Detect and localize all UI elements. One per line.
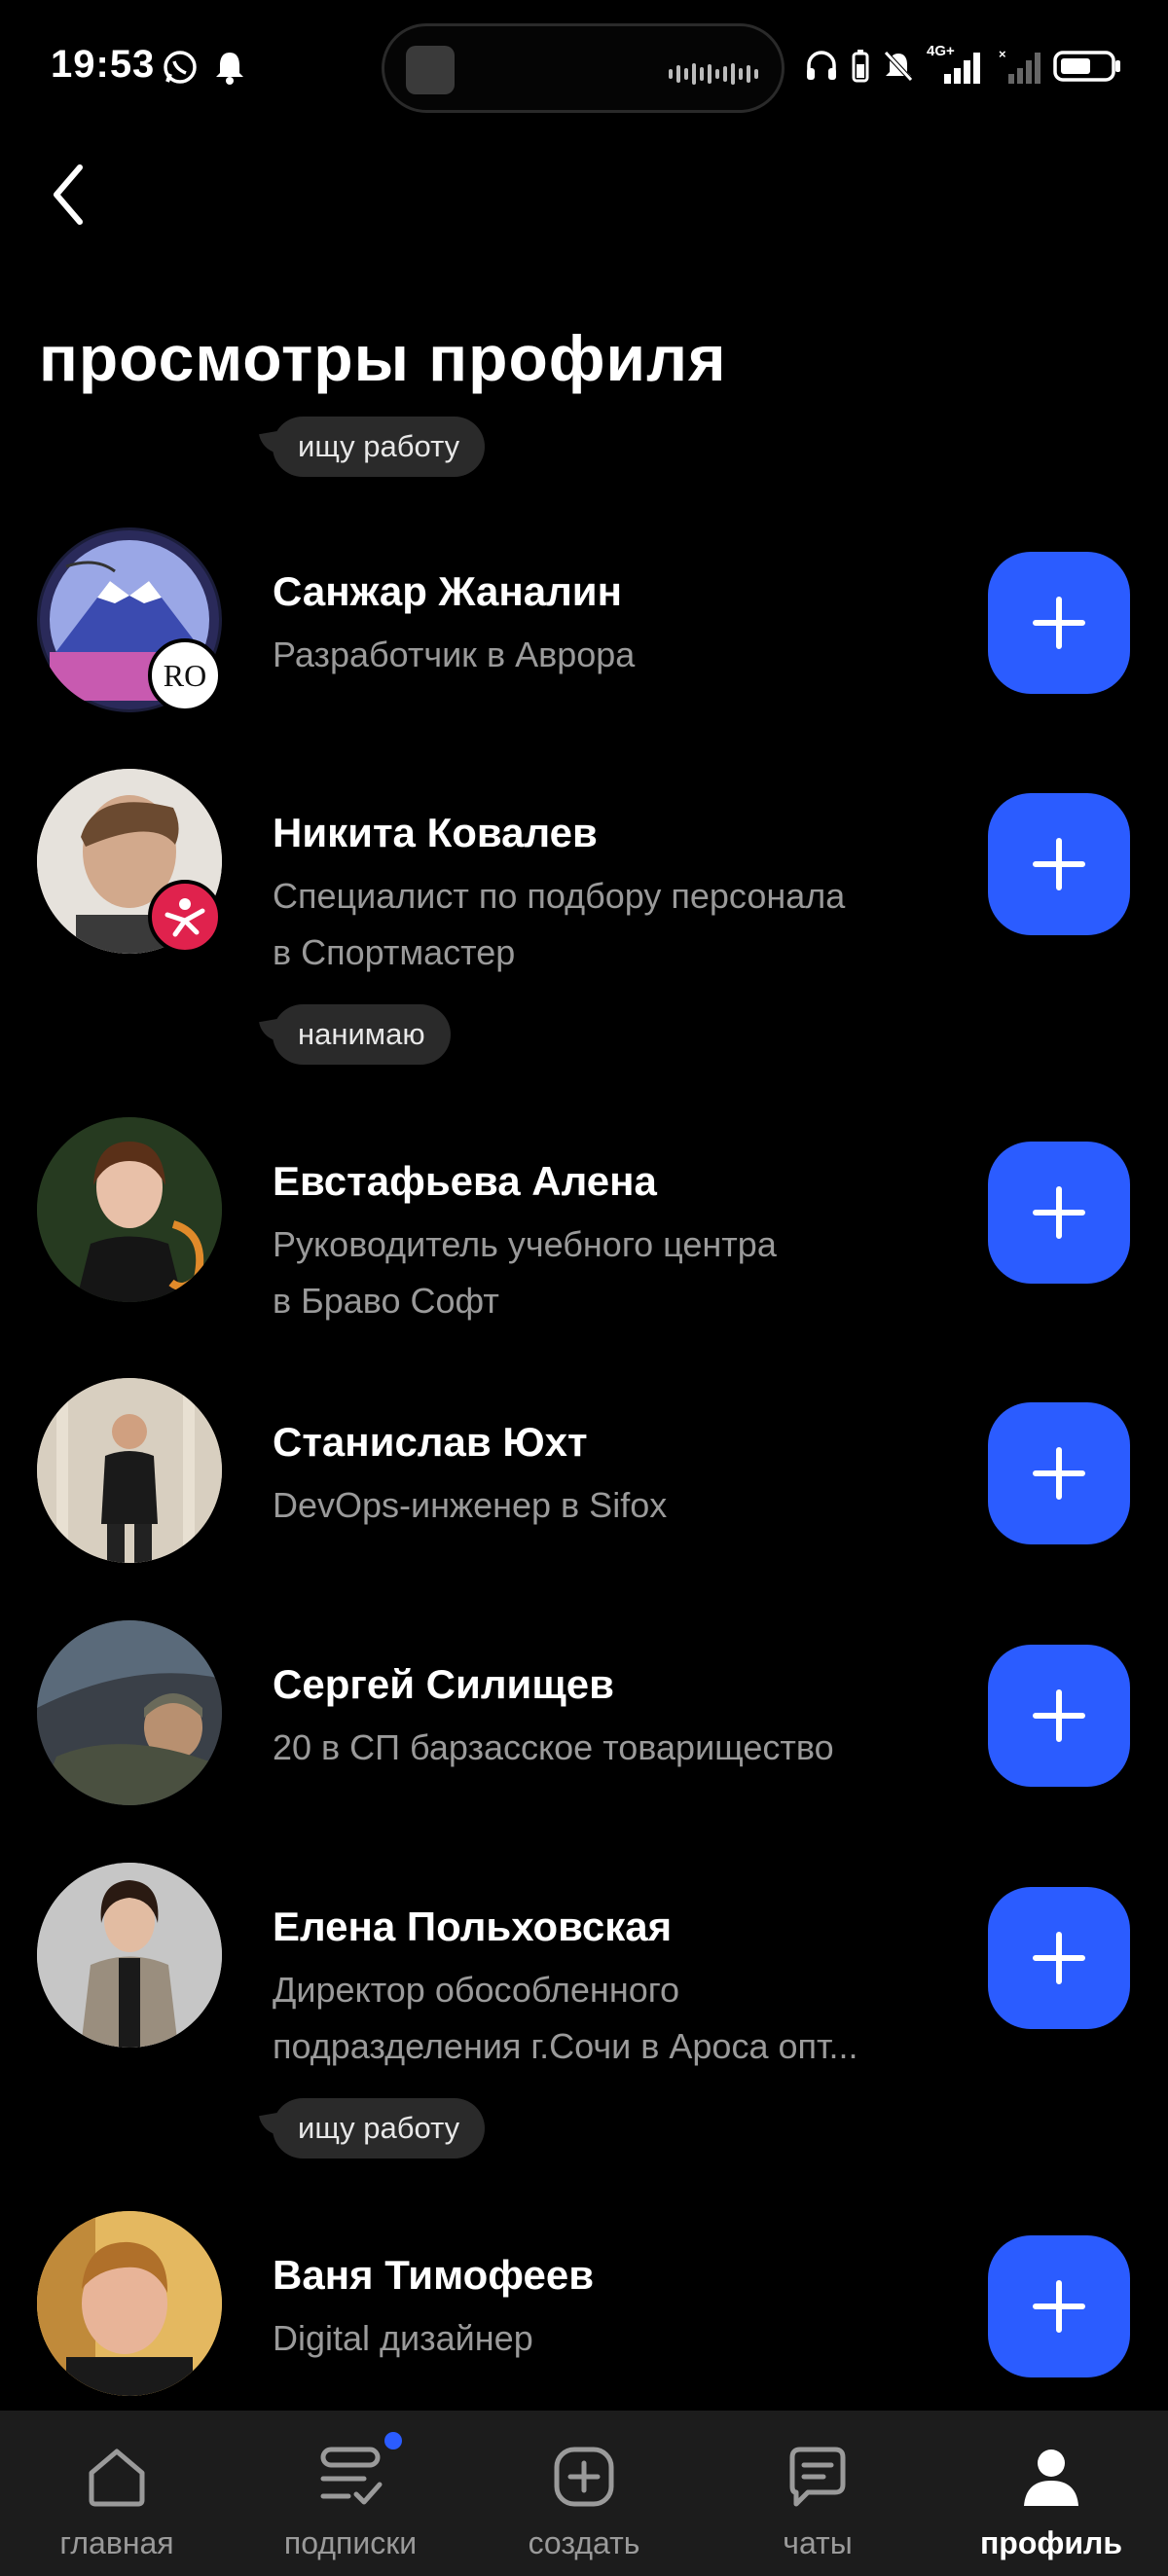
status-right-icons: 4G+ × [804, 43, 1123, 86]
list-item[interactable]: Евстафьева Алена Руководитель учебного ц… [0, 1115, 1168, 1329]
person-name[interactable]: Ваня Тимофеев [273, 2252, 594, 2299]
person-name[interactable]: Елена Польховская [273, 1904, 672, 1950]
nav-item-create[interactable]: создать [467, 2411, 701, 2576]
chevron-left-icon [54, 164, 83, 225]
avatar-image [37, 1863, 222, 2048]
status-bar: 19:53 4G+ × [0, 0, 1168, 136]
person-name[interactable]: Евстафьева Алена [273, 1158, 657, 1205]
list-item[interactable]: Елена Польховская Директор обособленного… [0, 1861, 1168, 2172]
nav-label: профиль [979, 2525, 1123, 2560]
plus-icon [1033, 1186, 1085, 1239]
signal-sim2-icon: × [999, 47, 1040, 84]
media-thumbnail [406, 46, 455, 94]
add-contact-button[interactable] [988, 1142, 1130, 1284]
page-title: просмотры профиля [39, 322, 727, 394]
add-contact-button[interactable] [988, 2235, 1130, 2377]
status-time: 19:53 [51, 43, 156, 86]
home-icon [82, 2442, 152, 2512]
mute-icon [884, 51, 913, 82]
plus-icon [1033, 838, 1085, 890]
chat-icon [783, 2442, 853, 2512]
plus-icon [1033, 1447, 1085, 1500]
person-name[interactable]: Станислав Юхт [273, 1419, 588, 1466]
add-contact-button[interactable] [988, 1645, 1130, 1787]
avatar[interactable] [37, 1378, 222, 1563]
person-subtitle: Разработчик в Аврора [273, 635, 636, 674]
earbuds-battery-icon [852, 50, 869, 83]
person-subtitle: Руководитель учебного центра [273, 1224, 777, 1264]
person-subtitle: DevOps-инженер в Sifox [273, 1485, 668, 1525]
nav-item-profile[interactable]: профиль [934, 2411, 1168, 2576]
signal-4g-icon: 4G+ [927, 43, 987, 86]
avatar-image [37, 2211, 222, 2396]
audio-wave-icon [669, 63, 758, 85]
nav-label: создать [528, 2525, 640, 2560]
notification-dot [384, 2432, 402, 2449]
avatar[interactable] [37, 2211, 222, 2396]
person-subtitle: Директор обособленного [273, 1970, 680, 2010]
status-tag: нанимаю [273, 1004, 451, 1065]
sportmaster-logo-icon [164, 898, 205, 937]
dynamic-island[interactable] [382, 23, 785, 113]
nav-label: главная [59, 2525, 174, 2560]
status-tag: ищу работу [273, 2098, 486, 2159]
nav-item-home[interactable]: главная [0, 2411, 234, 2576]
create-icon [549, 2442, 619, 2512]
add-contact-button[interactable] [988, 552, 1130, 694]
profile-icon [1016, 2442, 1086, 2512]
headphones-icon [807, 51, 836, 80]
avatar-image [37, 1620, 222, 1805]
whatsapp-icon [164, 51, 197, 84]
nav-item-subscriptions[interactable]: подписки [234, 2411, 467, 2576]
subscriptions-icon [315, 2442, 385, 2512]
list-item[interactable]: Никита Ковалев Специалист по подбору пер… [0, 767, 1168, 1078]
person-name[interactable]: Сергей Силищев [273, 1661, 614, 1708]
company-badge [148, 880, 222, 954]
person-subtitle: Digital дизайнер [273, 2318, 533, 2358]
nav-item-chats[interactable]: чаты [701, 2411, 934, 2576]
plus-icon [1033, 2280, 1085, 2333]
back-button[interactable] [39, 156, 97, 234]
avatar[interactable] [37, 1863, 222, 2048]
status-tag: ищу работу [273, 417, 486, 477]
avatar-image [37, 1117, 222, 1302]
add-contact-button[interactable] [988, 1887, 1130, 2029]
plus-icon [1033, 597, 1085, 649]
person-name[interactable]: Никита Ковалев [273, 810, 598, 856]
status-left-icons [162, 49, 247, 86]
svg-text:×: × [999, 47, 1006, 61]
company-badge: RO [148, 638, 222, 712]
avatar-image [37, 1378, 222, 1563]
list-item[interactable]: Станислав Юхт DevOps-инженер в Sifox [0, 1376, 1168, 1571]
nav-label: чаты [783, 2525, 853, 2560]
plus-icon [1033, 1932, 1085, 1984]
company-badge-label: RO [163, 657, 207, 693]
person-subtitle-line2: в Спортмастер [273, 932, 516, 972]
person-subtitle: 20 в СП барзасское товарищество [273, 1727, 834, 1767]
list-item[interactable]: RO Санжар Жаналин Разработчик в Аврора [0, 526, 1168, 720]
person-subtitle: Специалист по подбору персонала [273, 876, 846, 916]
avatar[interactable] [37, 1620, 222, 1805]
battery-icon [1053, 51, 1120, 82]
add-contact-button[interactable] [988, 1402, 1130, 1544]
person-subtitle-line2: подразделения г.Сочи в Ароса опт... [273, 2026, 858, 2066]
list-item[interactable]: Сергей Силищев 20 в СП барзасское товари… [0, 1618, 1168, 1813]
list-item[interactable]: Ваня Тимофеев Digital дизайнер [0, 2209, 1168, 2411]
nav-label: подписки [283, 2525, 418, 2560]
add-contact-button[interactable] [988, 793, 1130, 935]
plus-icon [1033, 1689, 1085, 1742]
bottom-navigation: главная подписки создать чаты профиль [0, 2411, 1168, 2576]
avatar[interactable] [37, 1117, 222, 1302]
notification-bell-icon [216, 53, 243, 85]
person-name[interactable]: Санжар Жаналин [273, 568, 622, 615]
person-subtitle-line2: в Браво Софт [273, 1281, 499, 1321]
